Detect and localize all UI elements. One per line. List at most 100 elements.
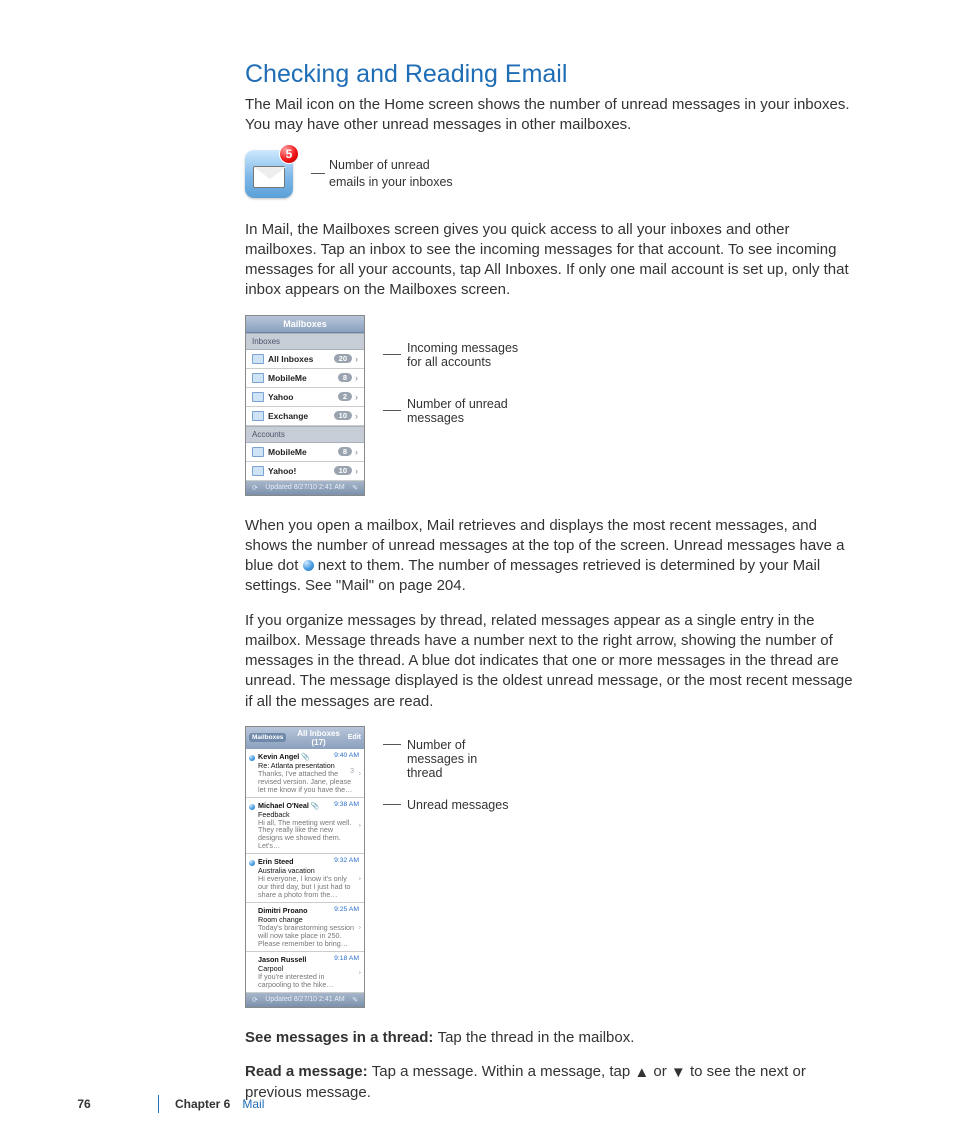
msg-time: 9:38 AM	[334, 801, 359, 810]
envelope-icon	[253, 166, 285, 188]
mailbox-row: MobileMe8›	[246, 443, 364, 462]
mailbox-icon	[252, 447, 264, 457]
section-inboxes: Inboxes	[246, 333, 364, 350]
mailbox-label: All Inboxes	[268, 354, 334, 364]
mailbox-row: Yahoo2›	[246, 388, 364, 407]
chevron-right-icon: ›	[355, 354, 358, 364]
mailbox-row: All Inboxes20›	[246, 350, 364, 369]
msg-time: 9:18 AM	[334, 955, 359, 964]
callout-line	[311, 173, 325, 174]
chevron-right-icon: ›	[359, 922, 361, 931]
msg-preview: Thanks, I've attached the revised versio…	[258, 770, 359, 794]
page-number: 76	[70, 1097, 98, 1111]
edit-button: Edit	[348, 734, 361, 741]
footer-divider	[158, 1095, 159, 1113]
phone-inbox-toolbar: ⟳ Updated 8/27/10 2:41 AM ✎	[246, 993, 364, 1007]
inbox-figure: Mailboxes All Inboxes (17) Edit Kevin An…	[245, 726, 855, 1008]
msg-preview: If you're interested in carpooling to th…	[258, 973, 359, 989]
chapter-name: Mail	[242, 1097, 264, 1111]
callout-incoming: Incoming messages for all accounts	[407, 341, 527, 369]
phone-inbox: Mailboxes All Inboxes (17) Edit Kevin An…	[245, 726, 365, 1008]
message-row: Dimitri Proano9:25 AMRoom changeToday's …	[246, 903, 364, 952]
p3b: next to them. The number of messages ret…	[245, 557, 820, 594]
message-row: Kevin Angel 📎9:40 AMRe: Atlanta presenta…	[246, 749, 364, 798]
mail-icon-figure: 5 Number of unread emails in your inboxe…	[245, 150, 855, 198]
page-content: Checking and Reading Email The Mail icon…	[245, 60, 855, 1117]
chevron-right-icon: ›	[355, 392, 358, 402]
read-label: Read a message:	[245, 1063, 372, 1080]
see-thread-label: See messages in a thread:	[245, 1029, 438, 1046]
mailbox-icon	[252, 392, 264, 402]
count-pill: 2	[338, 392, 352, 401]
phone-toolbar: ⟳ Updated 8/27/10 2:41 AM ✎	[246, 481, 364, 495]
mailbox-label: Yahoo	[268, 392, 338, 402]
mailbox-icon	[252, 411, 264, 421]
read-message-line: Read a message: Tap a message. Within a …	[245, 1062, 855, 1104]
up-triangle-icon: ▲	[634, 1063, 649, 1083]
unread-dot-icon	[249, 755, 255, 761]
thread-paragraph: If you organize messages by thread, rela…	[245, 611, 855, 712]
compose-icon: ✎	[352, 484, 358, 492]
blue-dot-icon	[303, 560, 314, 571]
thread-count: 3	[350, 768, 354, 775]
phone-mailboxes: Mailboxes Inboxes All Inboxes20›MobileMe…	[245, 315, 365, 496]
chevron-right-icon: ›	[355, 411, 358, 421]
read-text-a: Tap a message. Within a message, tap	[372, 1063, 635, 1080]
page-footer: 76 Chapter 6 Mail	[70, 1095, 264, 1113]
icon-caption-line2: emails in your inboxes	[329, 175, 453, 189]
callout-unread-msgs: Unread messages	[407, 798, 508, 812]
back-button: Mailboxes	[249, 733, 286, 742]
mail-app-icon: 5	[245, 150, 293, 198]
chevron-right-icon: ›	[355, 447, 358, 457]
msg-from: Erin Steed	[258, 857, 294, 866]
updated-text: Updated 8/27/10 2:41 AM	[258, 484, 352, 491]
msg-from: Jason Russell	[258, 955, 306, 964]
attachment-icon: 📎	[301, 754, 310, 761]
mailbox-icon	[252, 466, 264, 476]
msg-preview: Hi everyone, I know it's only our third …	[258, 875, 359, 899]
message-row: Michael O'Neal 📎9:38 AMFeedbackHi all, T…	[246, 798, 364, 855]
mailboxes-callouts: Incoming messages for all accounts Numbe…	[383, 315, 527, 425]
down-triangle-icon: ▼	[671, 1063, 686, 1083]
message-row: Jason Russell9:18 AMCarpoolIf you're int…	[246, 952, 364, 993]
unread-dot-icon	[249, 860, 255, 866]
updated-text: Updated 8/27/10 2:41 AM	[258, 996, 352, 1003]
chevron-right-icon: ›	[359, 821, 361, 830]
inbox-callouts: Number of messages in thread Unread mess…	[383, 726, 508, 812]
mailbox-icon	[252, 354, 264, 364]
count-pill: 10	[334, 411, 352, 420]
attachment-icon: 📎	[311, 803, 320, 810]
read-text-b: or	[649, 1063, 671, 1080]
count-pill: 8	[338, 373, 352, 382]
inbox-title: All Inboxes (17)	[289, 729, 347, 747]
section-accounts: Accounts	[246, 426, 364, 443]
msg-preview: Today's brainstorming session will now t…	[258, 924, 359, 948]
msg-time: 9:25 AM	[334, 906, 359, 915]
section-heading: Checking and Reading Email	[245, 60, 855, 89]
mailboxes-paragraph: In Mail, the Mailboxes screen gives you …	[245, 220, 855, 301]
chevron-right-icon: ›	[359, 967, 361, 976]
mailbox-label: MobileMe	[268, 447, 338, 457]
mailbox-label: Exchange	[268, 411, 334, 421]
callout-unread: Number of unread messages	[407, 397, 527, 425]
msg-from: Michael O'Neal 📎	[258, 801, 320, 810]
unread-badge: 5	[279, 144, 299, 164]
msg-preview: Hi all, The meeting went well. They real…	[258, 819, 359, 851]
mailbox-row: MobileMe8›	[246, 369, 364, 388]
compose-icon: ✎	[352, 996, 358, 1004]
chapter-label: Chapter 6	[175, 1097, 230, 1111]
count-pill: 8	[338, 447, 352, 456]
chevron-right-icon: ›	[355, 373, 358, 383]
chevron-right-icon: ›	[355, 466, 358, 476]
msg-from: Dimitri Proano	[258, 906, 308, 915]
see-thread-line: See messages in a thread: Tap the thread…	[245, 1028, 855, 1048]
mailbox-label: Yahoo!	[268, 466, 334, 476]
count-pill: 20	[334, 354, 352, 363]
phone-title: Mailboxes	[246, 316, 364, 333]
phone-inbox-header: Mailboxes All Inboxes (17) Edit	[246, 727, 364, 749]
mailbox-row: Exchange10›	[246, 407, 364, 426]
icon-caption-line1: Number of unread	[329, 158, 430, 172]
mailboxes-figure: Mailboxes Inboxes All Inboxes20›MobileMe…	[245, 315, 855, 496]
icon-caption: Number of unread emails in your inboxes	[329, 157, 453, 190]
msg-time: 9:40 AM	[334, 752, 359, 761]
